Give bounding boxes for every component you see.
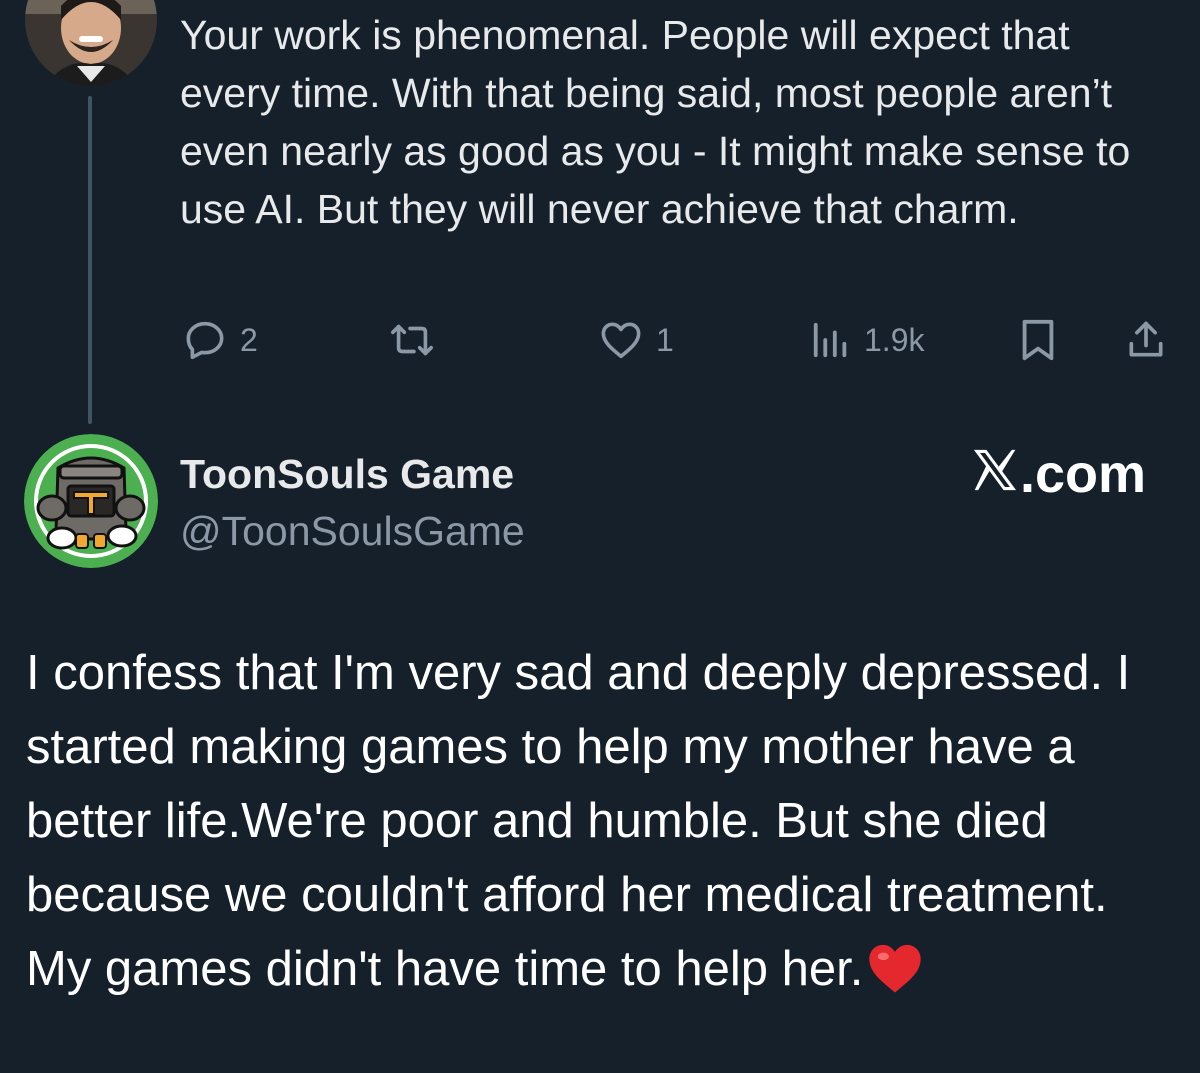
post-text-body: I confess that I'm very sad and deeply d… (26, 646, 1131, 996)
like-button[interactable]: 1 (598, 312, 674, 368)
post-author-handle[interactable]: @ToonSoulsGame (180, 505, 525, 557)
post-text: I confess that I'm very sad and deeply d… (26, 636, 1176, 1016)
heart-emoji-icon (867, 941, 923, 1016)
like-icon (598, 317, 644, 363)
post-author-name[interactable]: ToonSouls Game (180, 448, 514, 500)
reply-count: 2 (240, 321, 258, 358)
bookmark-icon (1018, 317, 1058, 363)
views-icon (810, 317, 852, 363)
retweet-button[interactable] (386, 312, 438, 368)
x-brand-domain: .com (1019, 444, 1146, 504)
view-count: 1.9k (864, 321, 925, 358)
like-count: 1 (656, 321, 674, 358)
post-author-avatar[interactable] (24, 434, 158, 568)
share-icon (1124, 317, 1168, 363)
reply-author-avatar[interactable] (25, 0, 157, 86)
reply-icon (182, 317, 228, 363)
reply-action-bar: 2 1 1.9k (0, 312, 1200, 368)
x-brand-watermark: .com (972, 444, 1146, 504)
reply-button[interactable]: 2 (182, 312, 258, 368)
x-logo-icon (972, 444, 1018, 504)
reply-text: Your work is phenomenal. People will exp… (180, 12, 1142, 232)
views-button[interactable]: 1.9k (810, 312, 924, 368)
thread-connector-line (88, 96, 92, 424)
bookmark-button[interactable] (1018, 312, 1058, 368)
retweet-icon (386, 317, 438, 363)
share-button[interactable] (1124, 312, 1168, 368)
